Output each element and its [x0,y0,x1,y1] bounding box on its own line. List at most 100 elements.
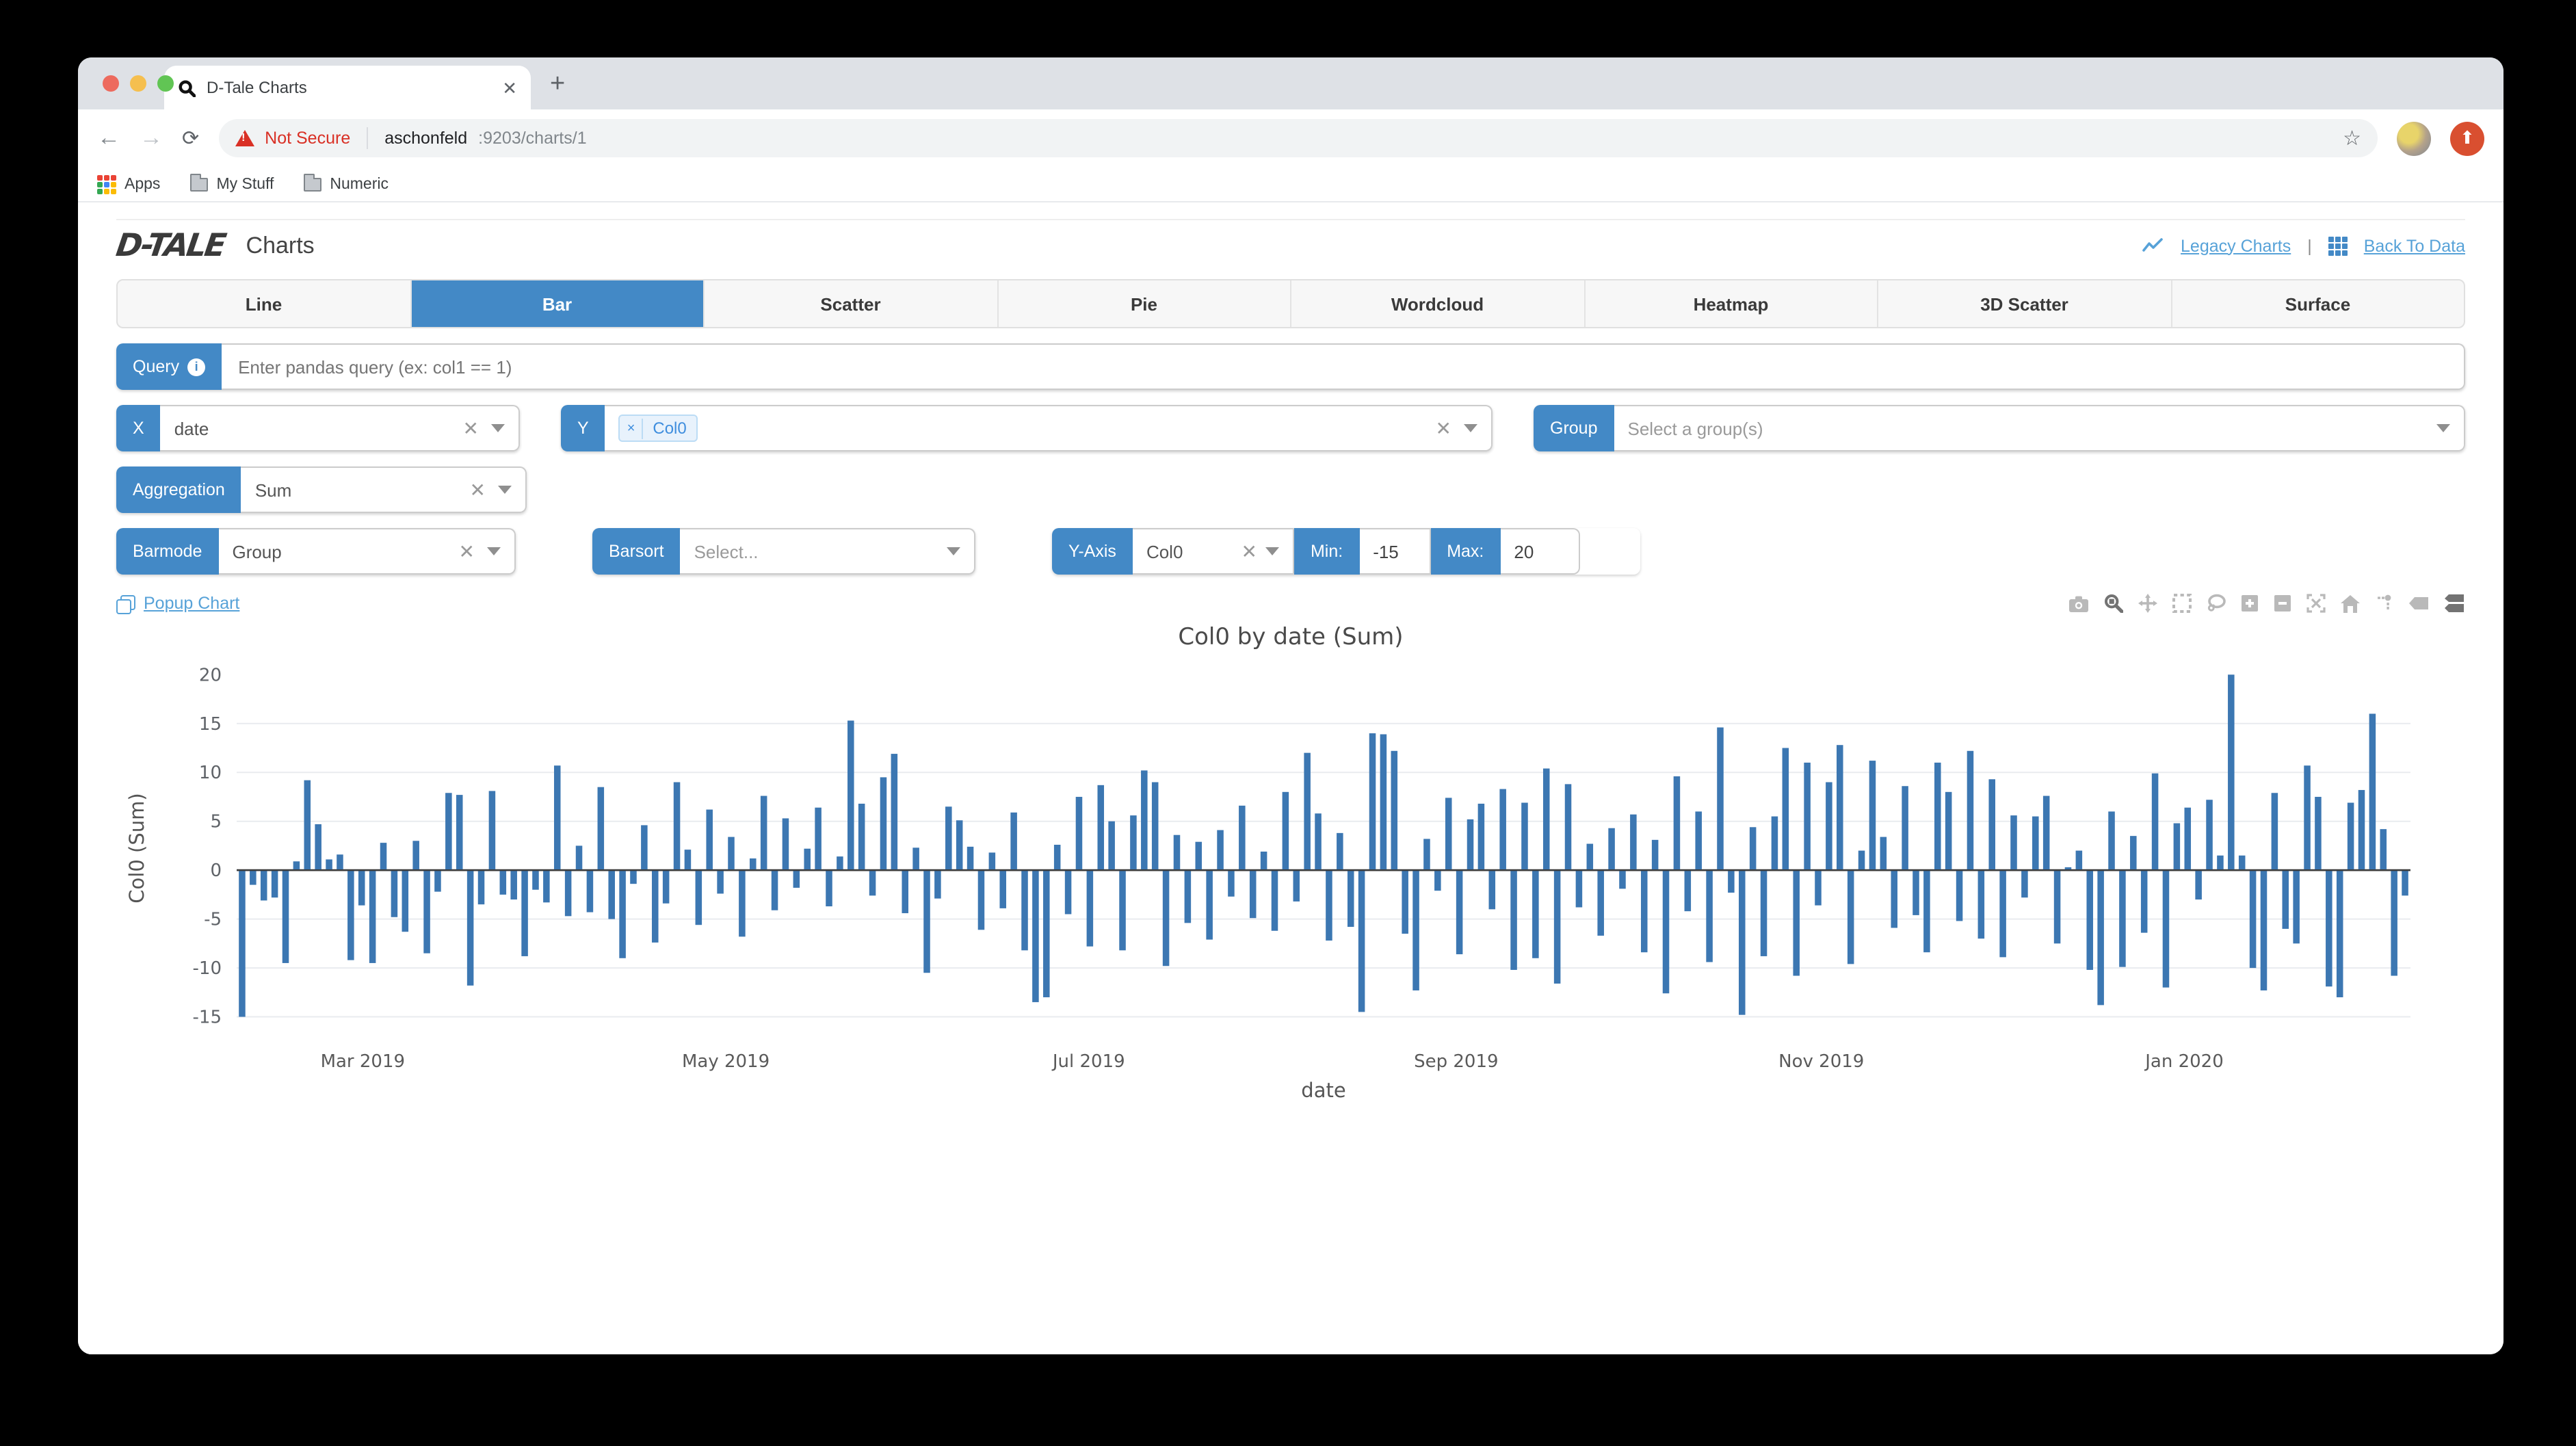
apps-shortcut[interactable]: Apps [97,174,160,194]
tab-surface[interactable]: Surface [2172,280,2464,327]
x-select[interactable]: date ✕ [161,405,520,451]
chip-remove-icon[interactable]: × [620,418,644,438]
reset-axes-icon[interactable] [2341,594,2360,612]
barmode-group: Barmode Group ✕ [116,528,516,575]
yaxis-max-input[interactable] [1511,540,1567,563]
legacy-charts-link[interactable]: Legacy Charts [2181,236,2291,255]
zoom-icon[interactable] [2104,594,2123,613]
yaxis-label: Y-Axis [1052,528,1133,575]
tab-line[interactable]: Line [118,280,411,327]
page-header: D-TALE Charts Legacy Charts | Back To Da… [116,219,2465,263]
chevron-down-icon[interactable] [491,424,505,432]
barsort-select[interactable]: Select... [681,528,975,575]
bookmark-folder-numeric[interactable]: Numeric [304,176,389,192]
zoom-out-icon[interactable] [2274,594,2291,613]
chevron-down-icon[interactable] [2436,424,2450,432]
browser-window: D-Tale Charts ✕ + ← → ⟳ Not Secure ascho… [78,57,2503,1354]
clear-icon[interactable]: ✕ [470,478,486,501]
url-host: aschonfeld [384,129,467,148]
address-bar[interactable]: Not Secure aschonfeld :9203/charts/1 ☆ [218,119,2378,157]
tab-scatter[interactable]: Scatter [705,280,998,327]
aggregation-label: Aggregation [116,466,241,513]
url-path: :9203/charts/1 [478,129,586,148]
chevron-down-icon[interactable] [1265,547,1279,555]
header-separator: | [2307,236,2312,255]
popup-chart-label[interactable]: Popup Chart [144,594,239,613]
group-label: Group [1534,405,1614,451]
y-label: Y [561,405,605,451]
bar-chart[interactable]: 20151050-5-10-15Mar 2019May 2019Jul 2019… [116,654,2462,1105]
y-select[interactable]: × Col0 ✕ [605,405,1493,451]
hover-compare-icon[interactable] [2445,594,2465,613]
zoom-in-icon[interactable] [2241,594,2259,613]
yaxis-select[interactable]: Col0 ✕ [1133,528,1294,575]
svg-text:Sep 2019: Sep 2019 [1414,1051,1498,1072]
aggregation-select[interactable]: Sum ✕ [241,466,527,513]
fullscreen-window-button[interactable] [157,75,174,92]
pan-icon[interactable] [2138,594,2157,613]
info-icon[interactable]: i [187,358,205,376]
tab-3d-scatter[interactable]: 3D Scatter [1878,280,2172,327]
svg-text:Mar 2019: Mar 2019 [321,1051,405,1072]
clear-icon[interactable]: ✕ [1241,540,1257,563]
tab-bar[interactable]: Bar [411,280,705,327]
group-select[interactable]: Select a group(s) [1614,405,2466,451]
group-select-group: Group Select a group(s) [1534,405,2465,451]
x-value: date [174,418,209,438]
apps-grid-icon [97,174,116,194]
camera-icon[interactable] [2068,594,2089,612]
spikelines-icon[interactable] [2375,594,2394,613]
barmode-select[interactable]: Group ✕ [218,528,516,575]
yaxis-group: Y-Axis Col0 ✕ Min: Max: [1052,528,1640,575]
clear-icon[interactable]: ✕ [459,540,475,563]
box-select-icon[interactable] [2172,594,2192,613]
x-select-group: X date ✕ [116,405,520,451]
tab-wordcloud[interactable]: Wordcloud [1291,280,1585,327]
apps-label: Apps [124,176,160,192]
lasso-select-icon[interactable] [2207,594,2226,613]
chevron-down-icon[interactable] [487,547,501,555]
chevron-down-icon[interactable] [947,547,960,555]
new-tab-button[interactable]: + [550,70,565,100]
tab-close-icon[interactable]: ✕ [502,79,517,96]
close-window-button[interactable] [103,75,119,92]
query-input[interactable] [235,355,2450,378]
yaxis-min-input[interactable] [1370,540,1418,563]
reload-icon[interactable]: ⟳ [182,126,199,150]
yaxis-min-label: Min: [1294,528,1359,575]
minimize-window-button[interactable] [130,75,146,92]
clear-icon[interactable]: ✕ [463,417,479,440]
clear-icon[interactable]: ✕ [1436,417,1451,440]
search-favicon-icon [178,79,196,96]
svg-text:-15: -15 [193,1008,222,1028]
dtale-logo: D-TALE [114,228,226,263]
chart-type-tabs: Line Bar Scatter Pie Wordcloud Heatmap 3… [116,279,2465,328]
query-label: Queryi [116,343,222,390]
hover-closest-icon[interactable] [2409,595,2430,612]
bookmarks-bar: Apps My Stuff Numeric [78,167,2503,202]
svg-text:10: 10 [199,763,222,783]
autoscale-icon[interactable] [2306,594,2326,613]
query-group: Queryi [116,343,2465,390]
not-secure-label[interactable]: Not Secure [265,129,350,148]
chevron-down-icon[interactable] [1464,424,1477,432]
svg-text:-5: -5 [204,910,222,930]
tab-heatmap[interactable]: Heatmap [1585,280,1878,327]
grid-icon [2328,236,2348,255]
tab-pie[interactable]: Pie [998,280,1291,327]
bookmark-folder-my-stuff[interactable]: My Stuff [190,176,274,192]
popup-chart-link[interactable]: Popup Chart [116,594,239,613]
forward-icon[interactable]: → [140,124,163,152]
back-icon[interactable]: ← [97,124,120,152]
avatar[interactable] [2397,121,2431,155]
browser-tab[interactable]: D-Tale Charts ✕ [164,66,531,109]
extension-icon[interactable]: ⬆ [2450,121,2484,155]
y-select-group: Y × Col0 ✕ [561,405,1493,451]
aggregation-group: Aggregation Sum ✕ [116,466,527,513]
svg-text:15: 15 [199,714,222,735]
svg-text:May 2019: May 2019 [682,1051,770,1072]
my-stuff-label: My Stuff [216,176,274,192]
bookmark-star-icon[interactable]: ☆ [2343,126,2361,150]
chevron-down-icon[interactable] [498,486,512,494]
back-to-data-link[interactable]: Back To Data [2364,236,2465,255]
